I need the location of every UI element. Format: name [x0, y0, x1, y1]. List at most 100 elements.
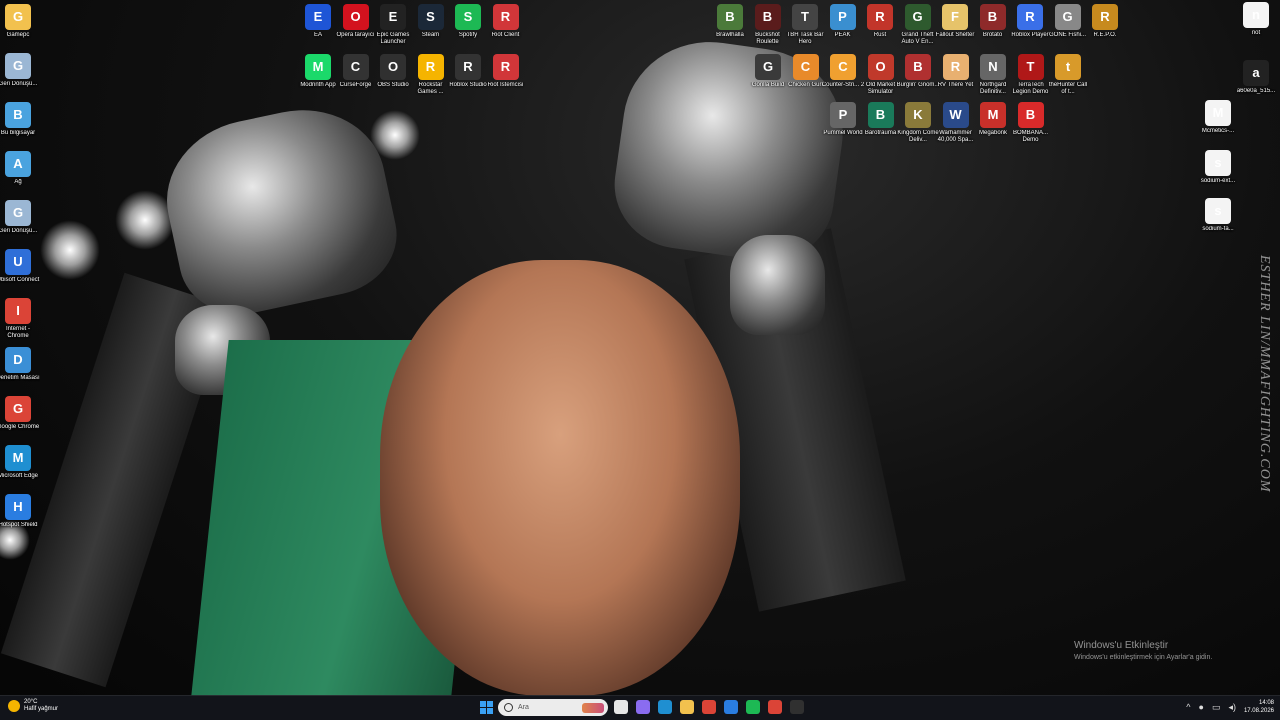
- desktop-shortcut-label: Gamepc: [6, 32, 30, 38]
- desktop-shortcut-label: Microsoft Edge: [0, 473, 39, 479]
- clock[interactable]: 14:08 17.08.2026: [1244, 699, 1274, 715]
- fallout-icon: F: [942, 4, 968, 30]
- copilot-icon[interactable]: [636, 700, 650, 714]
- spotify-icon[interactable]: [746, 700, 760, 714]
- text-file-icon: s: [1205, 150, 1231, 176]
- task-view-icon[interactable]: [614, 700, 628, 714]
- chrome-icon[interactable]: [702, 700, 716, 714]
- obs-icon: O: [380, 54, 406, 80]
- desktop-shortcut[interactable]: a a60e0a_515...: [1234, 60, 1278, 95]
- microphone-icon[interactable]: ●: [1199, 702, 1204, 712]
- wallpaper: ESTHER LIN/MMAFIGHTING.COM: [0, 0, 1280, 696]
- gone-fishing-icon: G: [1054, 4, 1081, 30]
- search-highlight-icon: [582, 702, 604, 713]
- system-tray: ^ ● ▭ ◂) 14:08 17.08.2026: [1186, 699, 1274, 715]
- weather-temp: 20°C: [24, 699, 38, 705]
- desktop-shortcut-label: R.E.P.O.: [1093, 32, 1117, 38]
- file-explorer-icon[interactable]: [680, 700, 694, 714]
- windows-logo-icon: [480, 701, 486, 707]
- chevron-up-icon[interactable]: ^: [1186, 702, 1190, 712]
- riot-icon: R: [492, 4, 519, 30]
- network-icon[interactable]: ▭: [1212, 702, 1221, 713]
- desktop-shortcut[interactable]: I Internet - Chrome: [0, 298, 40, 340]
- warhammer-icon: W: [942, 102, 969, 128]
- pummel-icon: P: [830, 102, 856, 128]
- desktop-shortcut-label: Mcmetics-...: [1201, 128, 1235, 134]
- kingdom-come-icon: K: [905, 102, 931, 128]
- desktop-shortcut[interactable]: U Ubisoft Connect: [0, 249, 40, 284]
- tbh-icon: T: [792, 4, 818, 30]
- repo-icon: R: [1092, 4, 1118, 30]
- taskbar: 20°C Hafif yağmur Ara ^ ● ▭ ◂) 14:08 17.…: [0, 695, 1280, 720]
- thehunter-icon: t: [1055, 54, 1081, 80]
- modrinth-icon: M: [305, 54, 331, 80]
- activation-title: Windows'u Etkinleştir: [1074, 640, 1169, 651]
- desktop-shortcut-label: Google Chrome: [0, 424, 40, 430]
- desktop-shortcut[interactable]: G Gamepc: [0, 4, 40, 39]
- desktop-shortcut[interactable]: A Ağ: [0, 151, 40, 186]
- desktop-shortcut[interactable]: n not: [1234, 2, 1278, 37]
- start-button[interactable]: [480, 701, 493, 714]
- desktop-shortcut-label: Bu bilgisayar: [0, 130, 36, 136]
- terratech-icon: T: [1017, 54, 1044, 80]
- desktop-shortcut[interactable]: R Riot Client: [484, 4, 528, 39]
- desktop-shortcut[interactable]: G Geri Dönüşü...: [0, 53, 40, 88]
- desktop-shortcut[interactable]: G Geri Dönüşü...: [0, 200, 40, 235]
- rust-icon: R: [867, 4, 893, 30]
- opera-icon: O: [342, 4, 369, 30]
- weather-icon: [8, 700, 20, 712]
- barotrauma-icon: B: [867, 102, 894, 128]
- epic-games-icon: E: [380, 4, 406, 30]
- desktop-shortcut-label: not: [1251, 30, 1261, 36]
- roblox-icon: R: [1017, 4, 1043, 30]
- chrome-alt-icon[interactable]: [768, 700, 782, 714]
- gorilla-icon: G: [755, 54, 781, 80]
- desktop-shortcut-label: BOMBANA... Demo: [1012, 130, 1048, 143]
- desktop-shortcut-label: Geri Dönüşü...: [0, 228, 38, 234]
- cs2-icon: C: [830, 54, 856, 80]
- recycle-bin-icon: G: [5, 53, 31, 79]
- desktop-shortcut[interactable]: t theHunter Call of t...: [1046, 54, 1090, 96]
- edge-icon: M: [5, 445, 31, 471]
- volume-icon[interactable]: ◂): [1228, 702, 1236, 713]
- desktop-shortcut-label: Hotspot Shield: [0, 522, 38, 528]
- activation-subtitle: Windows'u etkinleştirmek için Ayarlar'a …: [1074, 654, 1213, 661]
- desktop-shortcut[interactable]: B BOMBANA... Demo: [1009, 102, 1053, 144]
- mail-icon[interactable]: [724, 700, 738, 714]
- desktop-shortcut[interactable]: M Mcmetics-...: [1196, 100, 1240, 135]
- taskbar-search[interactable]: Ara: [498, 699, 608, 716]
- peak-icon: P: [829, 4, 856, 30]
- desktop-shortcut[interactable]: D Denetim Masası: [0, 347, 40, 382]
- left-championship-belt: [152, 94, 408, 326]
- bombana-icon: B: [1017, 102, 1044, 128]
- northgard-icon: N: [980, 54, 1006, 80]
- desktop-shortcut-label: a60e0a_515...: [1236, 88, 1276, 94]
- desktop-shortcut[interactable]: s sodium-ext...: [1196, 150, 1240, 185]
- desktop-shortcut[interactable]: M Microsoft Edge: [0, 445, 40, 480]
- desktop-shortcut[interactable]: G Google Chrome: [0, 396, 40, 431]
- weather-desc: Hafif yağmur: [24, 706, 59, 712]
- roblox-studio-icon: R: [455, 54, 481, 80]
- desktop-shortcut[interactable]: R R.E.P.O.: [1083, 4, 1127, 39]
- photo-credit: ESTHER LIN/MMAFIGHTING.COM: [1257, 255, 1272, 493]
- chicken-icon: C: [792, 54, 819, 80]
- desktop-shortcut-label: sodium-fa...: [1202, 226, 1234, 232]
- ea-icon: E: [305, 4, 331, 30]
- old-market-icon: O: [867, 54, 894, 80]
- brawlhalla-icon: B: [717, 4, 743, 30]
- riot-icon: R: [492, 54, 519, 80]
- edge-icon[interactable]: [658, 700, 672, 714]
- obs-icon[interactable]: [790, 700, 804, 714]
- text-file-icon: s: [1205, 198, 1231, 224]
- computer-icon: B: [5, 102, 31, 128]
- desktop-shortcut[interactable]: H Hotspot Shield: [0, 494, 40, 529]
- desktop-shortcut[interactable]: R Riot İstemcisi: [484, 54, 528, 89]
- desktop-shortcut-label: Internet - Chrome: [5, 326, 30, 339]
- weather-widget[interactable]: 20°C Hafif yağmur: [8, 699, 58, 713]
- desktop-shortcut-label: theHunter Call of t...: [1048, 82, 1088, 95]
- desktop-shortcut[interactable]: s sodium-fa...: [1196, 198, 1240, 233]
- rv-icon: R: [942, 54, 969, 80]
- desktop-shortcut[interactable]: B Bu bilgisayar: [0, 102, 40, 137]
- control-panel-icon: D: [5, 347, 31, 373]
- buckshot-icon: B: [754, 4, 781, 30]
